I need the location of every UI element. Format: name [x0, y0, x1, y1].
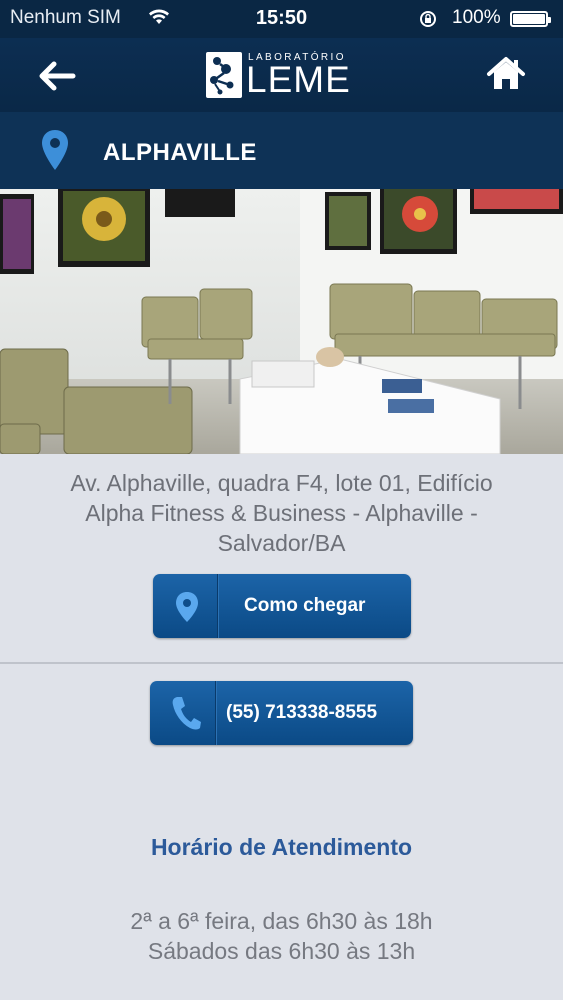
address-line: Salvador/BA	[217, 530, 346, 556]
directions-label: Como chegar	[244, 595, 366, 616]
phone-icon	[172, 697, 201, 730]
back-button[interactable]	[38, 60, 78, 92]
button-divider	[215, 681, 216, 745]
hours-saturday: Sábados das 6h30 às 13h	[147, 938, 416, 964]
phone-call-button[interactable]: (55) 713338-8555	[150, 681, 413, 745]
directions-button[interactable]: Como chegar	[153, 574, 411, 638]
map-pin-icon	[176, 592, 198, 622]
address-line: Alpha Fitness & Business - Alphaville -	[85, 500, 478, 526]
hours-weekdays: 2ª a 6ª feira, das 6h30 às 18h	[130, 908, 433, 934]
logo-mark	[206, 52, 242, 98]
laboratorio-leme-logo: LABORATÓRIO LEME	[206, 52, 358, 100]
location-name: ALPHAVILLE	[103, 139, 257, 166]
divider	[0, 662, 563, 664]
phone-label: (55) 713338-8555	[226, 702, 378, 723]
header-bar: LABORATÓRIO LEME	[0, 38, 563, 112]
map-pin-icon	[42, 130, 68, 170]
orientation-lock-icon	[420, 11, 436, 27]
home-icon	[487, 57, 525, 89]
battery-percentage: 100%	[452, 7, 501, 28]
hours-info: 2ª a 6ª feira, das 6h30 às 18h Sábados d…	[0, 906, 563, 966]
logo-brand: LEME	[246, 59, 351, 100]
unit-photo	[0, 189, 563, 454]
home-button[interactable]	[486, 55, 526, 93]
arrow-left-icon	[39, 61, 76, 91]
button-divider	[217, 574, 218, 638]
unit-address: Av. Alphaville, quadra F4, lote 01, Edif…	[20, 468, 543, 558]
location-bar: ALPHAVILLE	[0, 112, 563, 189]
battery-icon	[510, 11, 551, 27]
address-line: Av. Alphaville, quadra F4, lote 01, Edif…	[70, 470, 493, 496]
hours-title: Horário de Atendimento	[150, 834, 413, 860]
status-bar: Nenhum SIM 15:50 100%	[0, 0, 563, 38]
